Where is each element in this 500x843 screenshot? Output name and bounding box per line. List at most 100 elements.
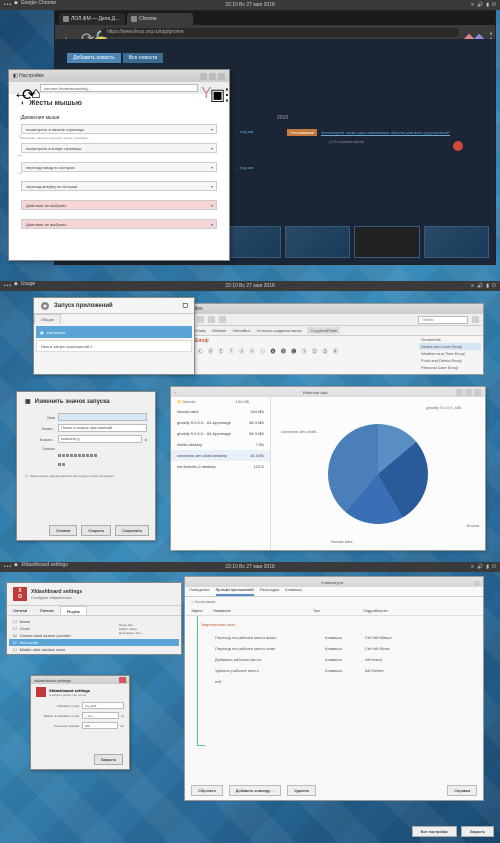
network-icon[interactable]: ≡ [471, 283, 474, 289]
shortcut-row[interactable]: Переход на рабочее место вышеКлавишаCtrl… [195, 635, 473, 640]
browse-icon[interactable]: ▸ [145, 437, 147, 442]
close-button[interactable]: Закрыть [94, 754, 123, 765]
close-icon[interactable] [218, 73, 225, 80]
search-icon[interactable] [472, 316, 479, 323]
screenshot-thumb[interactable] [424, 226, 490, 258]
battery-icon[interactable]: ▮ [486, 564, 489, 570]
window-titlebar[interactable]: xfdashboard-settings [31, 676, 129, 684]
home-icon[interactable] [208, 316, 215, 323]
close-icon[interactable]: ▢ [182, 302, 188, 309]
col-effect[interactable]: Эфект [191, 608, 203, 613]
menu-icon[interactable]: ⋮ [219, 85, 225, 91]
cut-link-1[interactable]: … под кат [235, 129, 254, 134]
category-label[interactable]: Закрепление окон [201, 620, 473, 629]
close-icon[interactable] [119, 677, 126, 683]
col-name[interactable]: Название [213, 608, 303, 613]
window-titlebar[interactable]: Клавиатура▢ [185, 577, 483, 587]
gesture-dropdown-empty-1[interactable]: Действие не выбрано [21, 200, 217, 210]
command-field[interactable]: xcdashb-g [58, 435, 142, 443]
maximize-icon[interactable] [465, 389, 472, 396]
network-icon[interactable]: ≡ [471, 2, 474, 8]
poll-count[interactable]: (133 комментария) [329, 139, 364, 144]
tab-general[interactable]: General [7, 606, 33, 615]
col-combo[interactable]: Подробности [363, 608, 388, 613]
network-icon[interactable]: ≡ [471, 564, 474, 570]
extension-icon[interactable]: ◆ [463, 29, 469, 35]
cut-link-2[interactable]: … под кат [235, 165, 254, 170]
clock-label[interactable]: 22:10 Вс 27 мая 2018 [225, 283, 275, 289]
view-icon[interactable] [219, 316, 226, 323]
tab-general[interactable]: Общие [34, 314, 61, 324]
search-input[interactable]: Плейс [418, 316, 468, 324]
tab-emails[interactable]: Emails [194, 328, 206, 333]
activities-icon[interactable]: ••• [4, 283, 12, 289]
back-icon[interactable]: ← [61, 29, 67, 35]
extension-icon[interactable]: ▣ [210, 85, 216, 91]
tab-layouts[interactable]: Раскладки [260, 587, 279, 596]
close-button[interactable]: Закрыть [461, 826, 494, 837]
tor-icon[interactable]: Y [201, 85, 207, 91]
add-command-button[interactable]: Добавить команду… [229, 785, 281, 796]
power-icon[interactable]: ⏻ [492, 564, 496, 570]
reload-icon[interactable]: ⟳ [22, 85, 28, 91]
shortcut-row[interactable]: Добавить рабочее местоКлавишаAlt+Insert [195, 657, 473, 662]
cat-ornaments[interactable]: Ornaments [419, 336, 481, 343]
delete-button[interactable]: Удалить [287, 785, 316, 796]
shortcut-row[interactable]: Удалить рабочее местоКлавишаAlt+Delete [195, 668, 473, 673]
address-bar[interactable]: chrome://extensions/edg… [40, 84, 198, 92]
file-item[interactable]: connector-dev-shell.desktop16.3 КБ [171, 450, 270, 461]
gesture-dropdown-left[interactable]: переход назад по истории [21, 162, 217, 172]
help-button[interactable]: Справка [447, 785, 477, 796]
cancel-button[interactable]: Отмена [49, 525, 77, 536]
tab-shortcuts[interactable]: Ярлыки приложений [216, 587, 254, 596]
file-item[interactable]: shells.desktop7 КБ [171, 439, 270, 450]
notification-badge-icon[interactable] [453, 141, 463, 151]
corner-select[interactable]: Top-left ▾ [82, 702, 124, 709]
power-icon[interactable]: ⏻ [492, 2, 496, 8]
site-tab-all-news[interactable]: Все новости [123, 53, 164, 63]
activities-icon[interactable]: ••• [4, 564, 12, 570]
startup-item[interactable]: Имя и запуск приложений 2 [36, 340, 192, 352]
minimize-icon[interactable] [200, 73, 207, 80]
back-icon[interactable]: ← [13, 85, 19, 91]
cat-weather[interactable]: Weather and Time Emoji [419, 350, 481, 357]
forward-icon[interactable]: → [71, 29, 77, 35]
tab-folder[interactable]: Хотелка создания папок [257, 328, 302, 333]
cat-food[interactable]: Food and Drinks Emoji [419, 357, 481, 364]
cat-hearts[interactable]: Hearts and Love Emoji [419, 343, 481, 350]
tab-themes[interactable]: Themes [33, 606, 59, 615]
timeout-spinner[interactable]: 300 [82, 722, 118, 729]
gesture-dropdown-down[interactable]: посмотреть в конце страницы [21, 143, 217, 153]
address-bar[interactable]: https://www.linux.org.ru/tag/gnome [101, 28, 459, 37]
file-item[interactable]: ghostly 5.0.0.0…64.AppImage58.3 МБ [171, 417, 270, 428]
startup-item-selected[interactable]: ▣Hot corner [36, 326, 192, 338]
gesture-dropdown-empty-2[interactable]: Действие не выбрано [21, 219, 217, 229]
chrome-tab-1[interactable]: ЛОЛ.ФМ — Дела Д… [59, 13, 125, 25]
clock-label[interactable]: 22:10 Вс 27 мая 2018 [225, 564, 275, 570]
tab-behavior[interactable]: Поведение [189, 587, 210, 596]
folder-header[interactable]: 📁 Nuvola154 МБ [171, 397, 270, 406]
col-type[interactable]: Тип [313, 608, 353, 613]
window-titlebar[interactable]: ◧ Настройки [9, 70, 229, 82]
shortcut-row[interactable]: Переход на рабочее место нижеКлавишаCtrl… [195, 646, 473, 651]
pie-chart[interactable] [328, 424, 428, 524]
file-item[interactable]: wir-thunder-2.desktop120 Б [171, 461, 270, 472]
power-icon[interactable]: ⏻ [492, 283, 496, 289]
icon-grid[interactable] [58, 454, 98, 470]
plugin-hot-corner[interactable]: ☑Hot corner [9, 639, 179, 646]
extension-icon-2[interactable]: ◆ [473, 29, 479, 35]
close-icon[interactable]: ▢ [475, 580, 479, 585]
window-titlebar[interactable]: Emoji - Files [171, 304, 483, 314]
radius-spinner[interactable]: − 12 + [82, 712, 119, 719]
screenshot-thumb[interactable] [285, 226, 351, 258]
chrome-tab-2[interactable]: Chrome [127, 13, 193, 25]
all-settings-button[interactable]: Все настройки [412, 826, 457, 837]
poll-link[interactable]: Используете ли вы одно-пиксельные обои/н… [321, 130, 450, 135]
volume-icon[interactable]: 🔊 [477, 283, 483, 289]
tab-virtualbox[interactable]: VirtualBox [232, 328, 250, 333]
clock-label[interactable]: 22:10 Вс 27 мая 2018 [225, 2, 275, 8]
gesture-dropdown-right[interactable]: переход вперёд по истории [21, 181, 217, 191]
site-tab-add-news[interactable]: Добавить новость [67, 53, 121, 63]
battery-icon[interactable]: ▮ [486, 283, 489, 289]
disk-titlebar[interactable]: ‹ Reformat disk [171, 387, 485, 397]
